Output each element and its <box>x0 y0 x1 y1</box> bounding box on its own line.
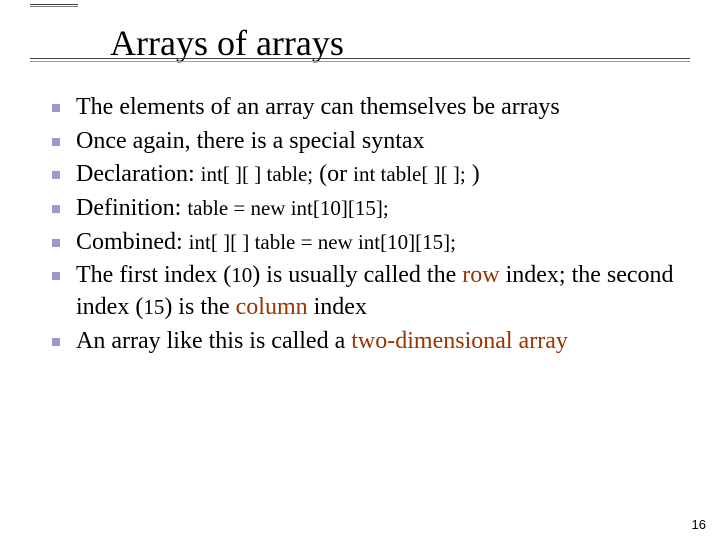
highlight-column: column <box>236 294 308 320</box>
list-item: The first index (10) is usually called t… <box>48 260 680 323</box>
bullet-text: Combined: <box>76 229 189 255</box>
bullet-text: ) is usually called the <box>252 262 462 288</box>
code-snippet: table = new int[10][15]; <box>187 196 388 220</box>
list-item: Declaration: int[ ][ ] table; (or int ta… <box>48 159 680 191</box>
code-snippet: 15 <box>143 295 164 319</box>
bullet-text: index <box>308 294 367 320</box>
bullet-text: Once again, there is a special syntax <box>76 128 425 154</box>
list-item: Combined: int[ ][ ] table = new int[10][… <box>48 227 680 259</box>
list-item: Definition: table = new int[10][15]; <box>48 193 680 225</box>
bullet-text: The elements of an array can themselves … <box>76 94 560 120</box>
title-rule-top <box>30 4 78 7</box>
bullet-text: ) <box>466 161 480 187</box>
bullet-text: Definition: <box>76 195 187 221</box>
body-region: The elements of an array can themselves … <box>48 92 680 359</box>
list-item: An array like this is called a two-dimen… <box>48 326 680 358</box>
highlight-term: two-dimensional array <box>351 328 568 354</box>
bullet-list: The elements of an array can themselves … <box>48 92 680 357</box>
bullet-text: The first index ( <box>76 262 231 288</box>
highlight-row: row <box>462 262 499 288</box>
code-snippet: int[ ][ ] table = new int[10][15]; <box>189 230 456 254</box>
code-snippet: int[ ][ ] table; <box>201 162 314 186</box>
bullet-text: ) is the <box>164 294 235 320</box>
code-snippet: 10 <box>231 263 252 287</box>
bullet-text: Declaration: <box>76 161 201 187</box>
list-item: The elements of an array can themselves … <box>48 92 680 124</box>
slide: Arrays of arrays The elements of an arra… <box>0 0 720 540</box>
bullet-text: (or <box>313 161 353 187</box>
bullet-text: An array like this is called a <box>76 328 351 354</box>
code-snippet: int table[ ][ ]; <box>353 162 466 186</box>
list-item: Once again, there is a special syntax <box>48 126 680 158</box>
title-rule-bottom <box>30 58 690 62</box>
page-number: 16 <box>692 517 706 532</box>
